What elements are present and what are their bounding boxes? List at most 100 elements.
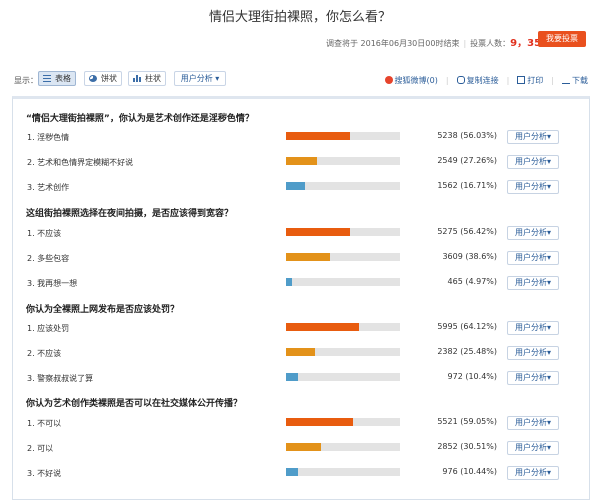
result-bar-track [286, 348, 400, 356]
result-bar-track [286, 278, 400, 286]
question-title: 这组街拍裸照选择在夜间拍摄，是否应该得到宽容？ [26, 209, 234, 219]
chevron-down-icon: ▾ [546, 157, 551, 166]
result-bar-track [286, 468, 400, 476]
result-bar [286, 373, 298, 381]
result-bar-track [286, 323, 400, 331]
link-icon [456, 76, 465, 84]
result-bar-track [286, 253, 400, 261]
print-button[interactable]: 打印 [517, 76, 543, 85]
bar-chart-icon [133, 75, 141, 82]
weibo-share-link[interactable]: 搜狐微博(0) [384, 76, 438, 85]
option-label: 2. 可以 [27, 444, 54, 453]
poll-title: 情侣大理街拍裸照，你怎么看？ [208, 10, 391, 25]
result-stat: 972 (10.4%) [447, 372, 497, 381]
chevron-down-icon: ▾ [546, 443, 551, 452]
option-user-analysis-button[interactable]: 用户分析▾ [507, 346, 559, 360]
deadline-text: 调查将于 2016年06月30日00时结束 [326, 39, 460, 48]
user-analysis-dropdown[interactable]: 用户分析 ▾ [174, 71, 226, 86]
result-bar-track [286, 418, 400, 426]
result-bar [286, 443, 321, 451]
option-label: 3. 艺术创作 [27, 183, 70, 192]
result-stat: 976 (10.44%) [442, 467, 497, 476]
option-user-analysis-button[interactable]: 用户分析▾ [507, 180, 559, 194]
result-bar [286, 157, 317, 165]
result-bar [286, 418, 353, 426]
result-stat: 5275 (56.42%) [437, 227, 497, 236]
result-bar-track [286, 157, 400, 165]
chevron-down-icon: ▾ [546, 278, 551, 287]
copy-link-label: 复制连接 [466, 76, 499, 85]
option-user-analysis-button[interactable]: 用户分析▾ [507, 130, 559, 144]
chevron-down-icon: ▾ [546, 253, 551, 262]
result-stat: 2382 (25.48%) [437, 347, 497, 356]
tab-table-view[interactable]: 表格 [38, 71, 76, 86]
vote-button[interactable]: 我要投票 [538, 31, 586, 47]
option-user-analysis-button[interactable]: 用户分析▾ [507, 155, 559, 169]
tab-pie-label: 饼状 [101, 74, 117, 83]
question-title: 你认为艺术创作类裸照是否可以在社交媒体公开传播？ [26, 399, 243, 409]
display-label: 显示： [14, 76, 38, 85]
result-bar-track [286, 228, 400, 236]
result-bar [286, 468, 298, 476]
result-bar-track [286, 373, 400, 381]
download-icon [562, 76, 570, 84]
chevron-down-icon: ▾ [546, 348, 551, 357]
tab-bar-view[interactable]: 柱状 [128, 71, 166, 86]
chevron-down-icon: ▾ [546, 418, 551, 427]
option-label: 2. 多些包容 [27, 254, 70, 263]
weibo-label: 搜狐微博(0) [394, 76, 438, 85]
result-stat: 5238 (56.03%) [437, 131, 497, 140]
tab-pie-view[interactable]: 饼状 [84, 71, 122, 86]
option-user-analysis-button[interactable]: 用户分析▾ [507, 466, 559, 480]
option-label: 1. 不可以 [27, 419, 62, 428]
chevron-down-icon: ▾ [546, 468, 551, 477]
result-bar [286, 278, 292, 286]
option-label: 3. 我再想一想 [27, 279, 78, 288]
download-label: 下载 [572, 76, 588, 85]
view-toolbar: 显示： 表格 饼状 柱状 用户分析 ▾ 搜狐微博(0) | 复制连接 | 打印 | 下载 [0, 68, 600, 92]
question-title: 你认为全裸照上网发布是否应该处罚？ [26, 305, 180, 315]
option-user-analysis-button[interactable]: 用户分析▾ [507, 371, 559, 385]
result-bar-track [286, 132, 400, 140]
pie-chart-icon [89, 75, 97, 82]
result-bar [286, 132, 350, 140]
result-bar [286, 323, 359, 331]
printer-icon [517, 76, 526, 84]
option-user-analysis-button[interactable]: 用户分析▾ [507, 416, 559, 430]
copy-link-button[interactable]: 复制连接 [456, 76, 499, 85]
option-label: 1. 应该处罚 [27, 324, 70, 333]
option-label: 2. 艺术和色情界定模糊不好说 [27, 158, 134, 167]
option-user-analysis-button[interactable]: 用户分析▾ [507, 321, 559, 335]
share-tools: 搜狐微博(0) | 复制连接 | 打印 | 下载 [377, 75, 588, 86]
result-stat: 2549 (27.26%) [437, 156, 497, 165]
result-bar [286, 182, 305, 190]
option-label: 1. 不应该 [27, 229, 62, 238]
option-user-analysis-button[interactable]: 用户分析▾ [507, 251, 559, 265]
print-label: 打印 [527, 76, 544, 85]
weibo-icon [384, 76, 393, 84]
result-bar-track [286, 443, 400, 451]
chevron-down-icon: ▾ [546, 323, 551, 332]
option-label: 3. 警察叔叔说了算 [27, 374, 94, 383]
download-button[interactable]: 下载 [562, 76, 588, 85]
chevron-down-icon: ▾ [546, 228, 551, 237]
table-icon [43, 75, 51, 82]
voters-label: 投票人数： [470, 39, 511, 48]
question-title: “情侣大理街拍裸照”，你认为是艺术创作还是淫秽色情？ [26, 114, 254, 124]
option-user-analysis-button[interactable]: 用户分析▾ [507, 226, 559, 240]
result-stat: 5521 (59.05%) [437, 417, 497, 426]
option-user-analysis-button[interactable]: 用户分析▾ [507, 276, 559, 290]
poll-meta: 调查将于 2016年06月30日00时结束 | 投票人数：9，357人 [326, 38, 558, 49]
result-bar-track [286, 182, 400, 190]
result-stat: 2852 (30.51%) [437, 442, 497, 451]
option-label: 3. 不好说 [27, 469, 62, 478]
tab-bar-label: 柱状 [145, 74, 161, 83]
option-user-analysis-button[interactable]: 用户分析▾ [507, 441, 559, 455]
chevron-down-icon: ▾ [546, 182, 551, 191]
poll-header: 情侣大理街拍裸照，你怎么看？ 调查将于 2016年06月30日00时结束 | 投票人… [0, 0, 600, 52]
result-stat: 465 (4.97%) [447, 277, 497, 286]
result-stat: 3609 (38.6%) [442, 252, 497, 261]
result-bar [286, 228, 350, 236]
option-label: 1. 淫秽色情 [27, 133, 70, 142]
chevron-down-icon: ▾ [215, 74, 220, 83]
